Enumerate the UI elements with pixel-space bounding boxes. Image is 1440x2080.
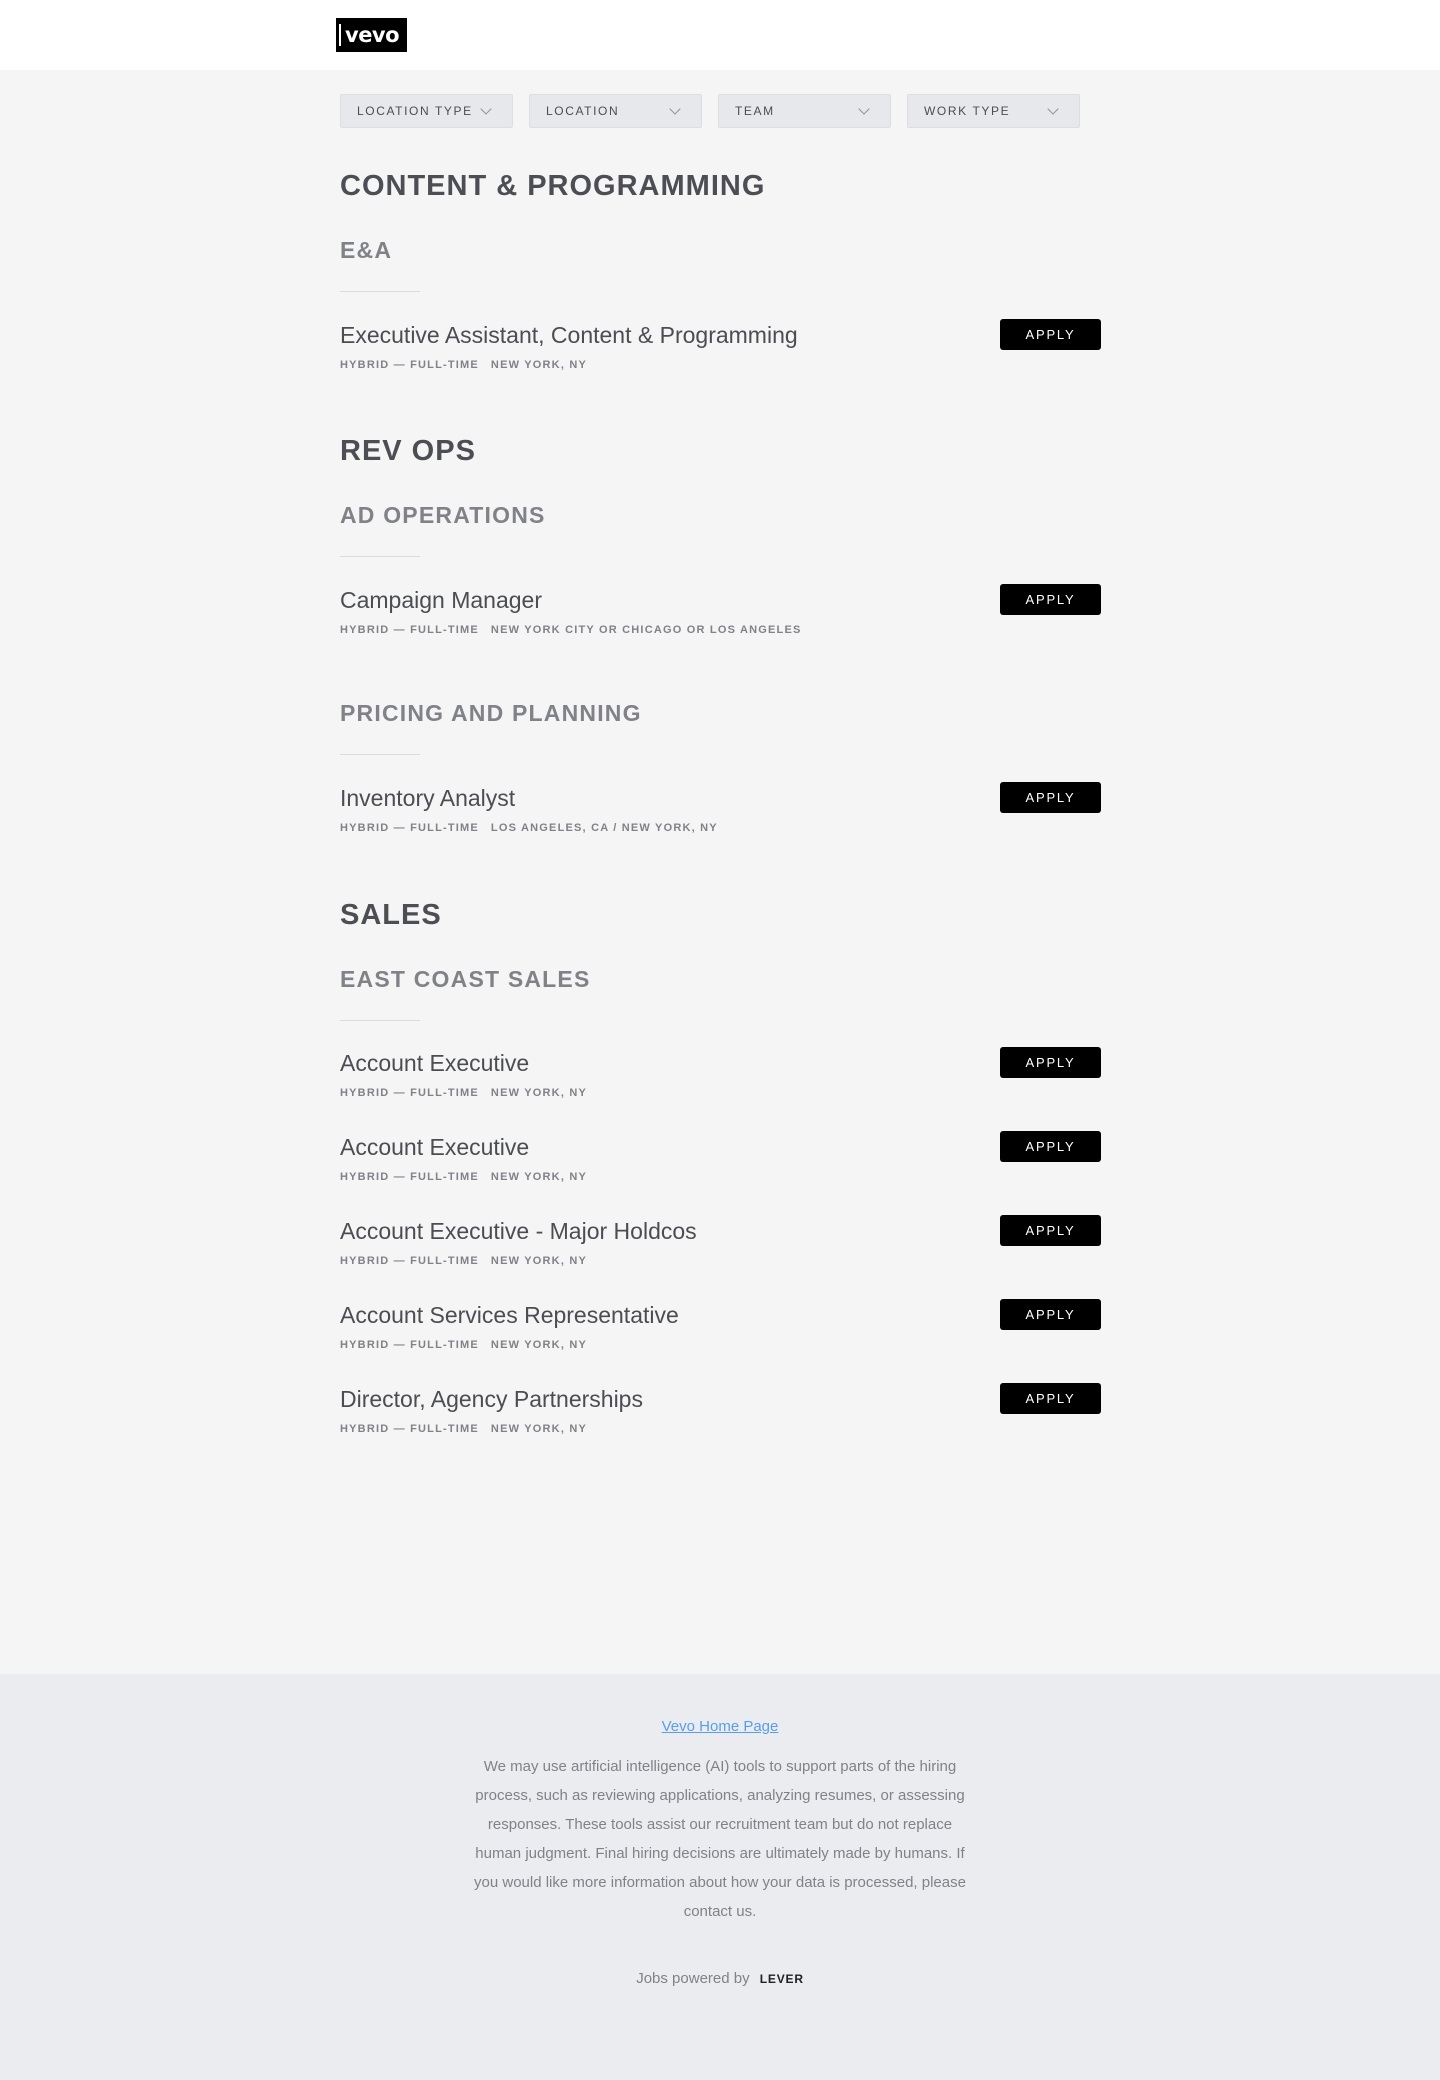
group-title: SALES <box>340 899 442 931</box>
filter-location[interactable]: LOCATION <box>529 94 702 128</box>
team-divider <box>340 754 420 755</box>
apply-button[interactable]: APPLY <box>1000 1299 1101 1330</box>
posting-row: Inventory Analyst HYBRID — FULL-TIME LOS … <box>340 782 1101 845</box>
page-footer: Vevo Home Page We may use artificial int… <box>0 1674 1440 2080</box>
logo-bar-icon <box>339 24 341 46</box>
posting-location: NEW YORK, NY <box>490 1423 588 1435</box>
posting-row: Campaign Manager HYBRID — FULL-TIME NEW Y… <box>340 584 1101 647</box>
posting-title-link[interactable]: Account Executive - Major Holdcos <box>340 1218 697 1245</box>
posting-location: NEW YORK, NY <box>490 1255 588 1267</box>
apply-button[interactable]: APPLY <box>1000 1383 1101 1414</box>
posting-location: NEW YORK, NY <box>490 359 588 371</box>
apply-button[interactable]: APPLY <box>1000 1215 1101 1246</box>
filter-label: TEAM <box>735 104 775 118</box>
posting-meta: HYBRID — FULL-TIME NEW YORK, NY <box>340 1171 587 1183</box>
filter-bar: LOCATION TYPE LOCATION TEAM WORK TYPE <box>340 94 1080 128</box>
posting-title-link[interactable]: Account Executive <box>340 1134 529 1161</box>
posting-location: NEW YORK, NY <box>490 1339 588 1351</box>
team-divider <box>340 291 420 292</box>
team-divider <box>340 1020 420 1021</box>
filter-location-type[interactable]: LOCATION TYPE <box>340 94 513 128</box>
chevron-down-icon <box>669 102 681 115</box>
apply-button[interactable]: APPLY <box>1000 1047 1101 1078</box>
posting-meta: HYBRID — FULL-TIME NEW YORK, NY <box>340 1339 587 1351</box>
team-divider <box>340 556 420 557</box>
filter-work-type[interactable]: WORK TYPE <box>907 94 1080 128</box>
powered-by: Jobs powered by LEVER <box>0 1970 1440 1987</box>
powered-by-text: Jobs powered by <box>636 1970 750 1987</box>
posting-row: Director, Agency Partnerships HYBRID — F… <box>340 1383 1101 1446</box>
group-title: REV OPS <box>340 435 476 467</box>
team-title: EAST COAST SALES <box>340 966 591 992</box>
filter-label: LOCATION <box>546 104 620 118</box>
posting-title-link[interactable]: Director, Agency Partnerships <box>340 1386 643 1413</box>
page-header: vevo <box>0 0 1440 70</box>
lever-logo[interactable]: LEVER <box>760 1972 804 1986</box>
posting-title-link[interactable]: Executive Assistant, Content & Programmi… <box>340 322 798 349</box>
apply-button[interactable]: APPLY <box>1000 584 1101 615</box>
posting-title-link[interactable]: Account Services Representative <box>340 1302 679 1329</box>
vevo-logo[interactable]: vevo <box>336 18 407 52</box>
apply-button[interactable]: APPLY <box>1000 319 1101 350</box>
chevron-down-icon <box>858 102 870 115</box>
posting-location: NEW YORK CITY OR CHICAGO OR LOS ANGELES <box>490 624 802 636</box>
footer-link-wrap: Vevo Home Page <box>0 1718 1440 1736</box>
posting-commitment: HYBRID — FULL-TIME <box>340 1423 479 1435</box>
group-title: CONTENT & PROGRAMMING <box>340 170 766 202</box>
posting-row: Account Executive HYBRID — FULL-TIME NEW … <box>340 1131 1101 1194</box>
posting-row: Account Executive - Major Holdcos HYBRID… <box>340 1215 1101 1278</box>
logo-text: vevo <box>345 23 400 47</box>
posting-location: NEW YORK, NY <box>490 1171 588 1183</box>
filter-team[interactable]: TEAM <box>718 94 891 128</box>
team-title: PRICING AND PLANNING <box>340 700 642 726</box>
chevron-down-icon <box>1047 102 1059 115</box>
posting-commitment: HYBRID — FULL-TIME <box>340 624 479 636</box>
posting-title-link[interactable]: Campaign Manager <box>340 587 542 614</box>
posting-commitment: HYBRID — FULL-TIME <box>340 1171 479 1183</box>
posting-title-link[interactable]: Inventory Analyst <box>340 785 515 812</box>
posting-meta: HYBRID — FULL-TIME NEW YORK, NY <box>340 359 587 371</box>
posting-commitment: HYBRID — FULL-TIME <box>340 1255 479 1267</box>
posting-commitment: HYBRID — FULL-TIME <box>340 822 479 834</box>
filter-label: WORK TYPE <box>924 104 1011 118</box>
chevron-down-icon <box>480 102 492 115</box>
filter-label: LOCATION TYPE <box>357 104 473 118</box>
posting-row: Executive Assistant, Content & Programmi… <box>340 319 1101 382</box>
posting-title-link[interactable]: Account Executive <box>340 1050 529 1077</box>
posting-location: NEW YORK, NY <box>490 1087 588 1099</box>
posting-row: Account Services Representative HYBRID —… <box>340 1299 1101 1362</box>
posting-row: Account Executive HYBRID — FULL-TIME NEW … <box>340 1047 1101 1110</box>
apply-button[interactable]: APPLY <box>1000 782 1101 813</box>
posting-meta: HYBRID — FULL-TIME NEW YORK, NY <box>340 1423 587 1435</box>
vevo-home-link[interactable]: Vevo Home Page <box>662 1718 779 1735</box>
posting-meta: HYBRID — FULL-TIME NEW YORK CITY OR CHICA… <box>340 624 802 636</box>
posting-meta: HYBRID — FULL-TIME NEW YORK, NY <box>340 1087 587 1099</box>
team-title: AD OPERATIONS <box>340 502 546 528</box>
posting-commitment: HYBRID — FULL-TIME <box>340 1087 479 1099</box>
posting-commitment: HYBRID — FULL-TIME <box>340 359 479 371</box>
ai-disclaimer: We may use artificial intelligence (AI) … <box>474 1758 966 1920</box>
posting-commitment: HYBRID — FULL-TIME <box>340 1339 479 1351</box>
posting-meta: HYBRID — FULL-TIME NEW YORK, NY <box>340 1255 587 1267</box>
posting-location: LOS ANGELES, CA / NEW YORK, NY <box>490 822 718 834</box>
apply-button[interactable]: APPLY <box>1000 1131 1101 1162</box>
posting-meta: HYBRID — FULL-TIME LOS ANGELES, CA / NEW … <box>340 822 718 834</box>
team-title: E&A <box>340 237 393 263</box>
